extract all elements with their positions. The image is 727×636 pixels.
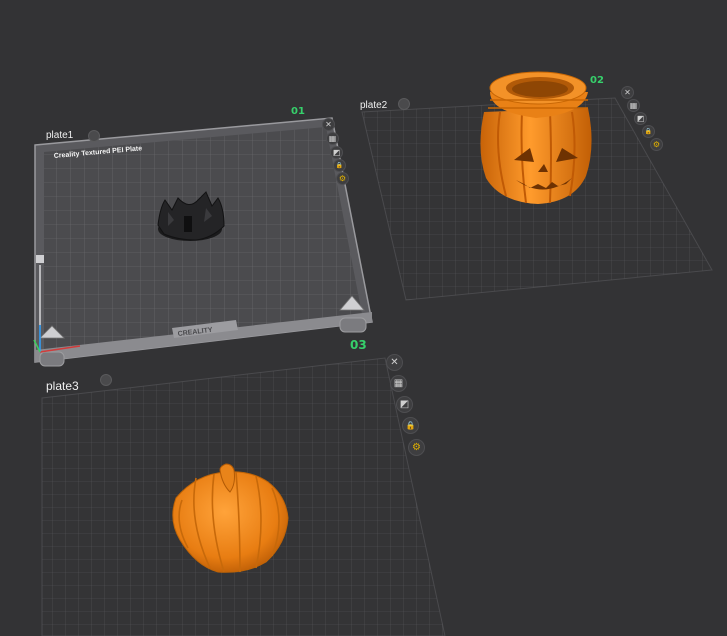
plate1-settings-button[interactable]: ⚙: [336, 172, 349, 185]
close-icon: ✕: [624, 88, 631, 97]
plate3-lock-icon[interactable]: [100, 374, 112, 386]
plate2-close-button[interactable]: ✕: [621, 86, 634, 99]
arrange-icon: ▦: [328, 134, 337, 143]
plate3-arrange-button[interactable]: ▦: [390, 375, 407, 392]
orient-icon: ◩: [332, 148, 341, 157]
plate2-orient-button[interactable]: ◩: [634, 112, 647, 125]
close-icon: ✕: [325, 120, 332, 129]
lock-icon: 🔒: [405, 421, 416, 430]
3d-viewport[interactable]: Creality Textured PEI Plate CREALITY: [0, 0, 727, 636]
plate1-number: 01: [291, 106, 305, 117]
settings-gear-icon: ⚙: [338, 174, 347, 183]
orient-icon: ◩: [399, 399, 410, 410]
lock-icon: 🔒: [644, 128, 653, 135]
plate2-settings-button[interactable]: ⚙: [650, 138, 663, 151]
plate3-settings-button[interactable]: ⚙: [408, 439, 425, 456]
plate3-lock-button[interactable]: 🔒: [402, 417, 419, 434]
arrange-icon: ▦: [629, 101, 638, 110]
arrange-icon: ▦: [393, 378, 404, 389]
plate3-close-button[interactable]: ✕: [386, 354, 403, 371]
plate1-lock-icon[interactable]: [88, 130, 100, 142]
settings-gear-icon: ⚙: [412, 442, 421, 453]
plate1-label[interactable]: plate1: [46, 130, 73, 141]
plate1-close-button[interactable]: ✕: [322, 118, 335, 131]
plate2-number: 02: [590, 75, 604, 86]
jack-o-lantern-model[interactable]: [480, 71, 592, 204]
plate2-label[interactable]: plate2: [360, 100, 387, 111]
plate1-orient-button[interactable]: ◩: [330, 146, 343, 159]
plate3-label[interactable]: plate3: [46, 379, 79, 393]
lock-icon: 🔒: [335, 162, 344, 169]
plate3-orient-button[interactable]: ◩: [396, 396, 413, 413]
settings-gear-icon: ⚙: [652, 140, 661, 149]
plate2-lock-button[interactable]: 🔒: [642, 125, 655, 138]
close-icon: ✕: [390, 357, 399, 368]
orient-icon: ◩: [636, 114, 645, 123]
plate1-arrange-button[interactable]: ▦: [326, 132, 339, 145]
plate1-lock-button[interactable]: 🔒: [333, 159, 346, 172]
plate2-arrange-button[interactable]: ▦: [627, 99, 640, 112]
plate3-number: 03: [350, 338, 367, 352]
plate2-lock-icon[interactable]: [398, 98, 410, 110]
